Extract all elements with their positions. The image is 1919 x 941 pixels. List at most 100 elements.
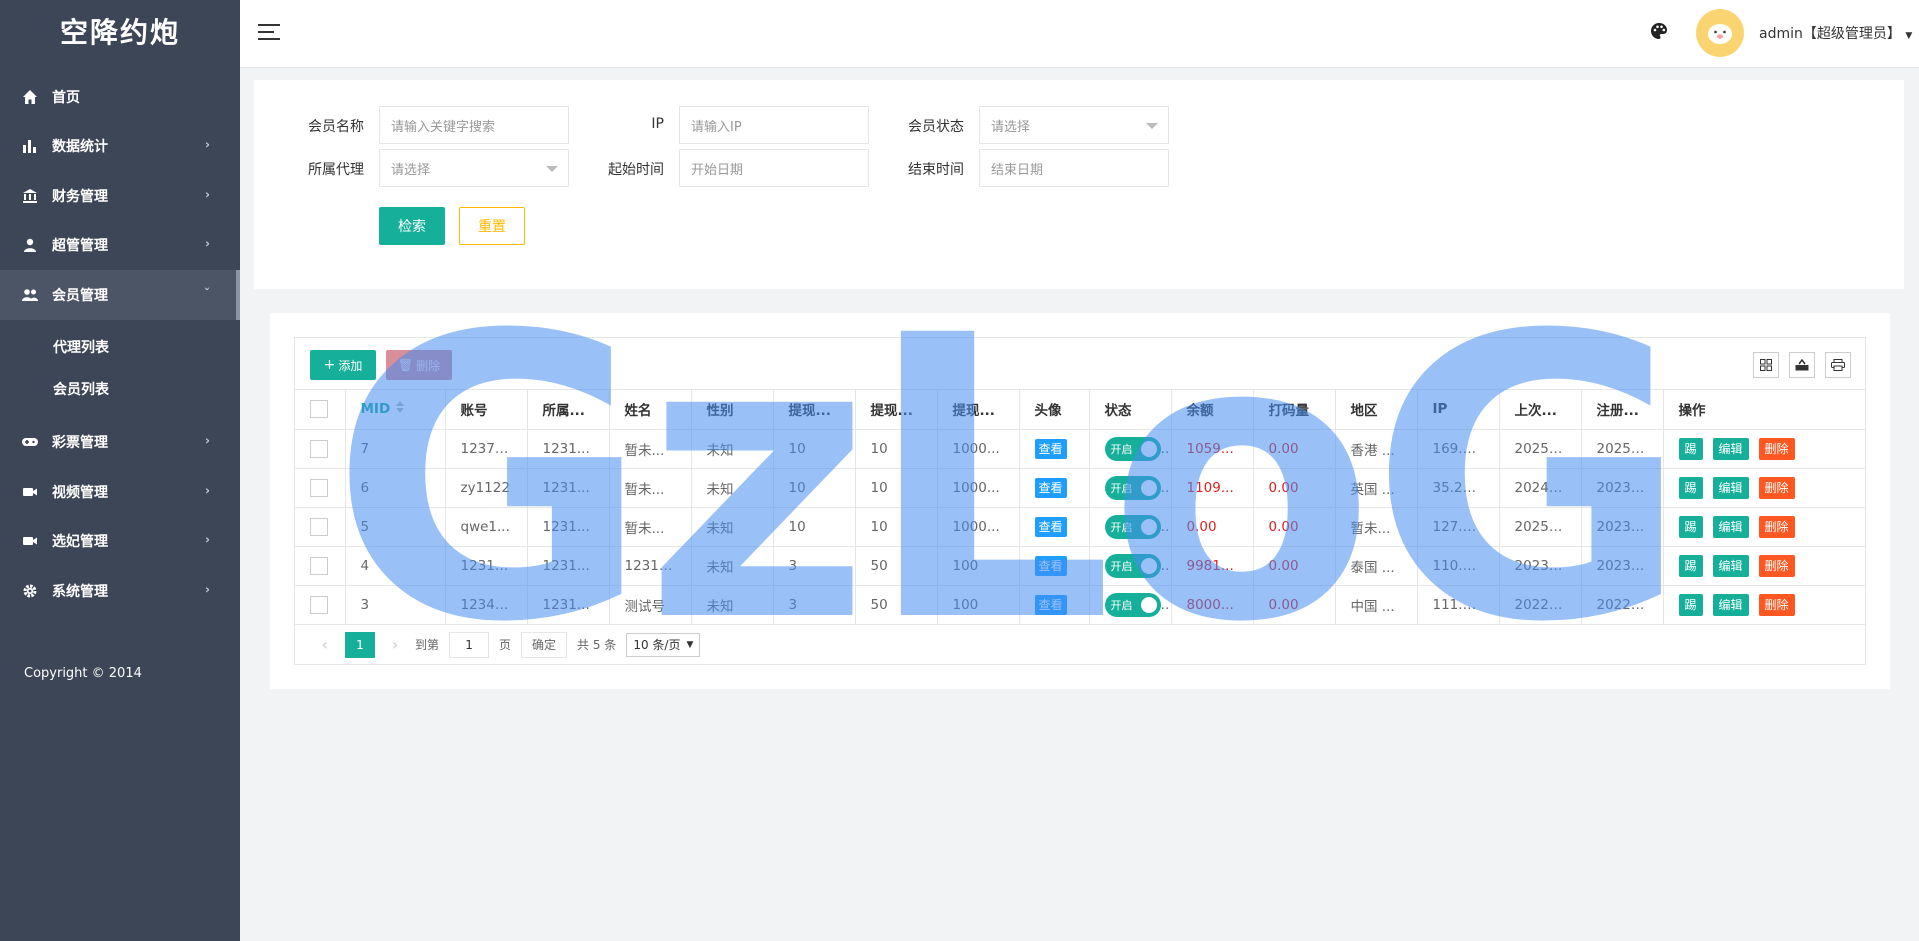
sidebar-item-select-concubine[interactable]: 选妃管理 ›	[0, 517, 240, 567]
start-date-input[interactable]: 开始日期	[679, 149, 869, 187]
prev-page-icon[interactable]: ‹	[315, 635, 335, 654]
edit-button[interactable]: 编辑	[1712, 593, 1749, 616]
delete-button[interactable]: 删除	[1758, 476, 1795, 499]
row-checkbox[interactable]	[310, 556, 328, 575]
ip-input[interactable]: 请输入IP	[679, 106, 869, 144]
sidebar-item-members[interactable]: 会员管理 ˇ	[0, 270, 240, 320]
kick-button[interactable]: 踢	[1678, 554, 1703, 577]
member-status-select[interactable]: 请选择	[979, 106, 1169, 144]
cell-withdraw-2: 10	[855, 507, 938, 547]
column-header-mid[interactable]: MID	[345, 390, 446, 430]
row-select-cell	[295, 585, 346, 625]
column-header-ip: IP	[1417, 390, 1500, 430]
select-all-checkbox[interactable]	[310, 400, 328, 419]
column-header-withdraw-2: 提现...	[855, 390, 938, 430]
sidebar-item-statistics[interactable]: 数据统计 ›	[0, 122, 240, 172]
table-tools	[1753, 352, 1851, 378]
status-toggle[interactable]: 开启	[1104, 436, 1161, 461]
delete-button[interactable]: 删除	[1758, 515, 1795, 538]
view-avatar-button[interactable]: 查看	[1034, 438, 1067, 459]
subnav-item-agent-list[interactable]: 代理列表	[0, 326, 240, 368]
next-page-icon[interactable]: ›	[385, 635, 405, 654]
columns-icon[interactable]	[1753, 352, 1779, 378]
kick-button[interactable]: 踢	[1678, 437, 1703, 460]
chevron-right-icon: ›	[205, 187, 210, 202]
edit-button[interactable]: 编辑	[1712, 515, 1749, 538]
goto-confirm-button[interactable]: 确定	[521, 631, 568, 658]
caret-down-icon	[1146, 123, 1158, 129]
agent-select[interactable]: 请选择	[379, 149, 569, 187]
sidebar-item-label: 视频管理	[52, 484, 108, 501]
cell-withdraw-3: 1000...	[937, 468, 1020, 508]
edit-button[interactable]: 编辑	[1712, 476, 1749, 499]
batch-delete-button[interactable]: 🗑 删除	[386, 350, 452, 380]
table-row: 5 qwe1... 1231... 暂未... 未知 10 10 1000...…	[295, 507, 1865, 547]
edit-button[interactable]: 编辑	[1712, 554, 1749, 577]
view-avatar-button[interactable]: 查看	[1034, 594, 1067, 615]
sidebar-item-system[interactable]: 系统管理 ›	[0, 566, 240, 616]
kick-button[interactable]: 踢	[1678, 515, 1703, 538]
page-size-select[interactable]: 10 条/页 ▼	[626, 632, 701, 657]
cell-withdraw-1: 3	[773, 546, 856, 586]
kick-button[interactable]: 踢	[1678, 476, 1703, 499]
delete-button[interactable]: 删除	[1758, 593, 1795, 616]
camera-icon	[20, 531, 40, 551]
add-button[interactable]: + 添加	[310, 350, 376, 380]
cell-gender: 未知	[691, 468, 774, 508]
view-avatar-button[interactable]: 查看	[1034, 477, 1067, 498]
cell-code: 0.00	[1253, 546, 1336, 586]
row-checkbox[interactable]	[310, 595, 328, 614]
cell-withdraw-1: 10	[773, 507, 856, 547]
cell-withdraw-3: 100	[937, 546, 1020, 586]
sort-icon[interactable]	[396, 401, 405, 417]
end-date-input[interactable]: 结束日期	[979, 149, 1169, 187]
brand-title: 空降约炮	[59, 16, 180, 49]
row-checkbox[interactable]	[310, 478, 328, 497]
sidebar-item-finance[interactable]: 财务管理 ›	[0, 171, 240, 221]
member-data-table: MID 账号 所属... 姓名 性别 提现... 提现... 提现... 头像 …	[295, 390, 1865, 625]
status-toggle[interactable]: 开启	[1104, 514, 1161, 539]
status-toggle[interactable]: 开启	[1104, 553, 1161, 578]
edit-button[interactable]: 编辑	[1712, 437, 1749, 460]
view-avatar-button[interactable]: 查看	[1034, 516, 1067, 537]
row-checkbox[interactable]	[310, 517, 328, 536]
palette-icon[interactable]	[1650, 22, 1670, 42]
cell-status: 开启	[1089, 468, 1172, 508]
status-toggle[interactable]: 开启	[1104, 475, 1161, 500]
chevron-right-icon: ›	[205, 236, 210, 251]
kick-button[interactable]: 踢	[1678, 593, 1703, 616]
current-page-button[interactable]: 1	[345, 631, 375, 658]
sidebar-item-label: 超管管理	[52, 238, 108, 255]
sidebar-item-lottery[interactable]: 彩票管理 ›	[0, 418, 240, 468]
member-name-input[interactable]: 请输入关键字搜索	[379, 106, 569, 144]
cell-account: 123123	[445, 546, 528, 586]
page-number-input[interactable]: 1	[449, 631, 490, 658]
menu-toggle-icon[interactable]	[258, 24, 280, 42]
sidebar-item-home[interactable]: 首页	[0, 72, 240, 122]
table-row: 6 zy1122 1231... 暂未... 未知 10 10 1000... …	[295, 468, 1865, 508]
cell-withdraw-2: 10	[855, 468, 938, 508]
export-icon[interactable]	[1789, 352, 1815, 378]
subnav-item-member-list[interactable]: 会员列表	[0, 368, 240, 410]
member-status-value: 请选择	[991, 119, 1031, 135]
add-button-label: 添加	[338, 358, 363, 373]
sidebar-item-super-admin[interactable]: 超管管理 ›	[0, 221, 240, 271]
view-avatar-button[interactable]: 查看	[1034, 555, 1067, 576]
user-menu[interactable]: admin【超级管理员】 ▼	[1759, 23, 1912, 43]
delete-button[interactable]: 删除	[1758, 554, 1795, 577]
cell-mid: 5	[345, 507, 446, 547]
search-button[interactable]: 检索	[379, 207, 445, 245]
cell-registered: 2023-...	[1581, 507, 1664, 547]
sidebar-nav-lower: 彩票管理 › 视频管理 › 选妃管理 › 系统管理 ›	[0, 418, 240, 616]
sidebar-item-video[interactable]: 视频管理 ›	[0, 467, 240, 517]
reset-button[interactable]: 重置	[459, 207, 525, 245]
print-icon[interactable]	[1825, 352, 1851, 378]
avatar[interactable]	[1696, 9, 1744, 57]
members-subnav: 代理列表 会员列表	[0, 319, 240, 418]
row-checkbox[interactable]	[310, 439, 328, 458]
delete-button[interactable]: 删除	[1758, 437, 1795, 460]
cell-avatar: 查看	[1019, 429, 1090, 469]
column-header-status: 状态	[1089, 390, 1172, 430]
status-toggle[interactable]: 开启	[1104, 592, 1161, 617]
cell-name: 123123	[609, 546, 692, 586]
